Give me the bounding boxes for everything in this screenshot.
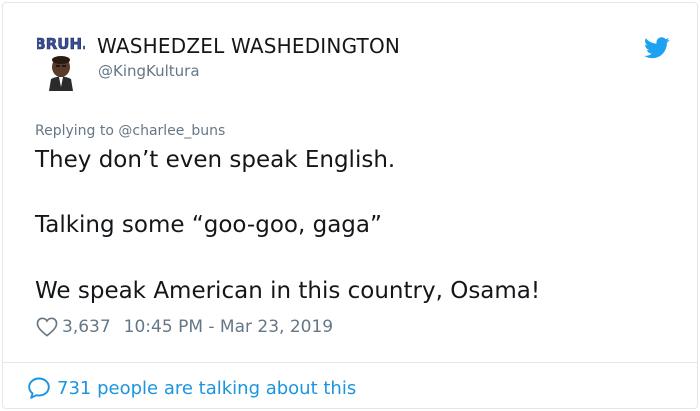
tweet-text-line: Talking some “goo-goo, gaga” (35, 212, 382, 238)
conversation-link[interactable]: 731 people are talking about this (27, 375, 356, 401)
replying-to-prefix: Replying to (35, 123, 119, 139)
heart-icon[interactable] (36, 317, 58, 337)
speech-bubble-icon (28, 377, 50, 399)
avatar[interactable]: BRUH. (37, 33, 85, 91)
tweet-card: BRUH. WASHEDZEL WASHEDINGTON @KingKultur… (2, 2, 698, 409)
like-count[interactable]: 3,637 (62, 317, 111, 337)
conversation-count-text[interactable]: 731 people are talking about this (57, 378, 356, 399)
tweet-timestamp[interactable]: 10:45 PM - Mar 23, 2019 (124, 317, 333, 337)
replying-to: Replying to @charlee_buns (35, 123, 225, 139)
author-display-name[interactable]: WASHEDZEL WASHEDINGTON (97, 34, 400, 58)
tweet-text-line: We speak American in this country, Osama… (35, 278, 541, 304)
divider (3, 362, 697, 363)
avatar-logo-text: BRUH. (37, 35, 85, 53)
replying-to-mention[interactable]: @charlee_buns (118, 123, 225, 139)
twitter-bird-icon[interactable] (644, 37, 670, 59)
tweet-text-line: They don’t even speak English. (35, 147, 396, 173)
author-handle[interactable]: @KingKultura (98, 62, 200, 80)
tweet-meta: 3,637 10:45 PM - Mar 23, 2019 (36, 315, 333, 339)
